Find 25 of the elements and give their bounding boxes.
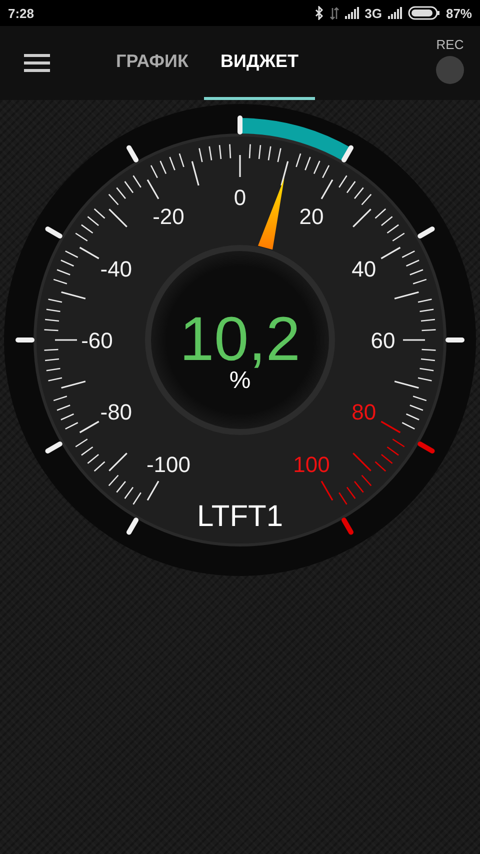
network-type: 3G: [364, 6, 382, 20]
scale-label: -40: [100, 256, 132, 282]
scale-label: 60: [370, 328, 396, 353]
menu-icon[interactable]: [24, 53, 50, 73]
scale-label: 40: [352, 256, 376, 282]
scale-label: 100: [293, 452, 330, 477]
scale-label: -80: [100, 400, 132, 424]
data-arrows-icon: [330, 6, 339, 20]
sensor-label: LTFT1: [196, 500, 284, 533]
scale-label: 0: [234, 185, 246, 210]
scale-label: -20: [152, 204, 184, 230]
unit-label: %: [229, 367, 251, 394]
battery-percent: 87%: [446, 6, 472, 20]
signal-icon: [344, 7, 359, 19]
scale-label: -60: [81, 328, 113, 353]
scale-label: 20: [299, 204, 324, 230]
tab[interactable]: ГРАФИК: [100, 26, 204, 100]
scale-label: 80: [352, 400, 376, 424]
clock-time: 7:28: [8, 6, 34, 20]
rec-label: REC: [436, 36, 464, 52]
signal-icon: [388, 7, 402, 19]
bluetooth-icon: [314, 6, 324, 20]
battery-icon: [408, 6, 440, 20]
scale-label: -100: [146, 452, 191, 477]
tab[interactable]: ВИДЖЕТ: [204, 26, 314, 100]
